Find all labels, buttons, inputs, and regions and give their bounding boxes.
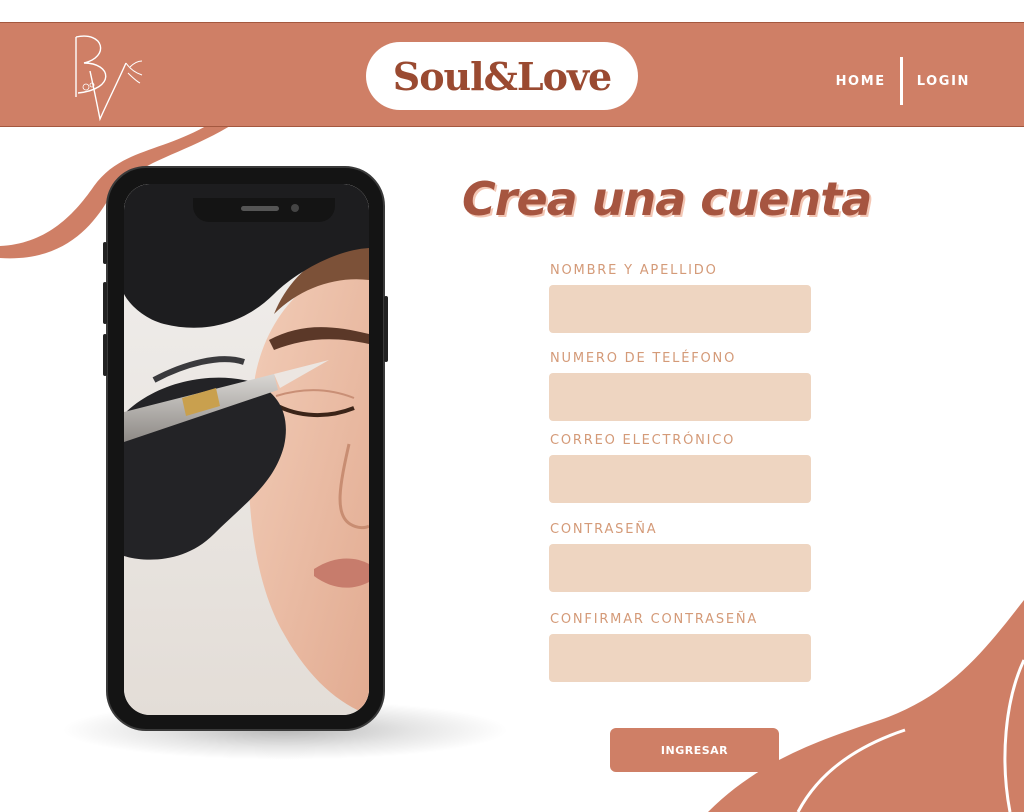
password-input[interactable] — [549, 544, 811, 592]
email-label: CORREO ELECTRÓNICO — [550, 433, 736, 448]
phone-screen-photo — [124, 184, 369, 715]
main-nav: HOME LOGIN — [836, 57, 970, 105]
name-input[interactable] — [549, 285, 811, 333]
confirm-password-label: CONFIRMAR CONTRASEÑA — [550, 612, 759, 627]
phone-label: NUMERO DE TELÉFONO — [550, 351, 737, 366]
nav-login-link[interactable]: LOGIN — [917, 74, 970, 89]
phone-mockup — [103, 166, 388, 731]
bv-monogram-icon[interactable] — [64, 27, 148, 125]
password-label: CONTRASEÑA — [550, 522, 658, 537]
phone-input[interactable] — [549, 373, 811, 421]
top-header: Soul&Love HOME LOGIN — [0, 22, 1024, 127]
name-label: NOMBRE Y APELLIDO — [550, 263, 718, 278]
microblading-photo — [124, 184, 369, 715]
phone-side-button — [103, 282, 107, 324]
phone-side-button — [103, 242, 107, 264]
phone-notch — [193, 198, 335, 222]
email-input[interactable] — [549, 455, 811, 503]
brand-logo[interactable]: Soul&Love — [366, 42, 638, 110]
nav-divider — [899, 57, 903, 105]
nav-home-link[interactable]: HOME — [836, 74, 886, 89]
page-title: Crea una cuenta — [462, 172, 872, 226]
brand-name: Soul&Love — [392, 53, 612, 99]
phone-power-button — [384, 296, 388, 362]
phone-speaker — [241, 206, 279, 211]
phone-camera — [291, 204, 299, 212]
phone-side-button — [103, 334, 107, 376]
confirm-password-input[interactable] — [549, 634, 811, 682]
submit-button[interactable]: INGRESAR — [610, 728, 779, 772]
